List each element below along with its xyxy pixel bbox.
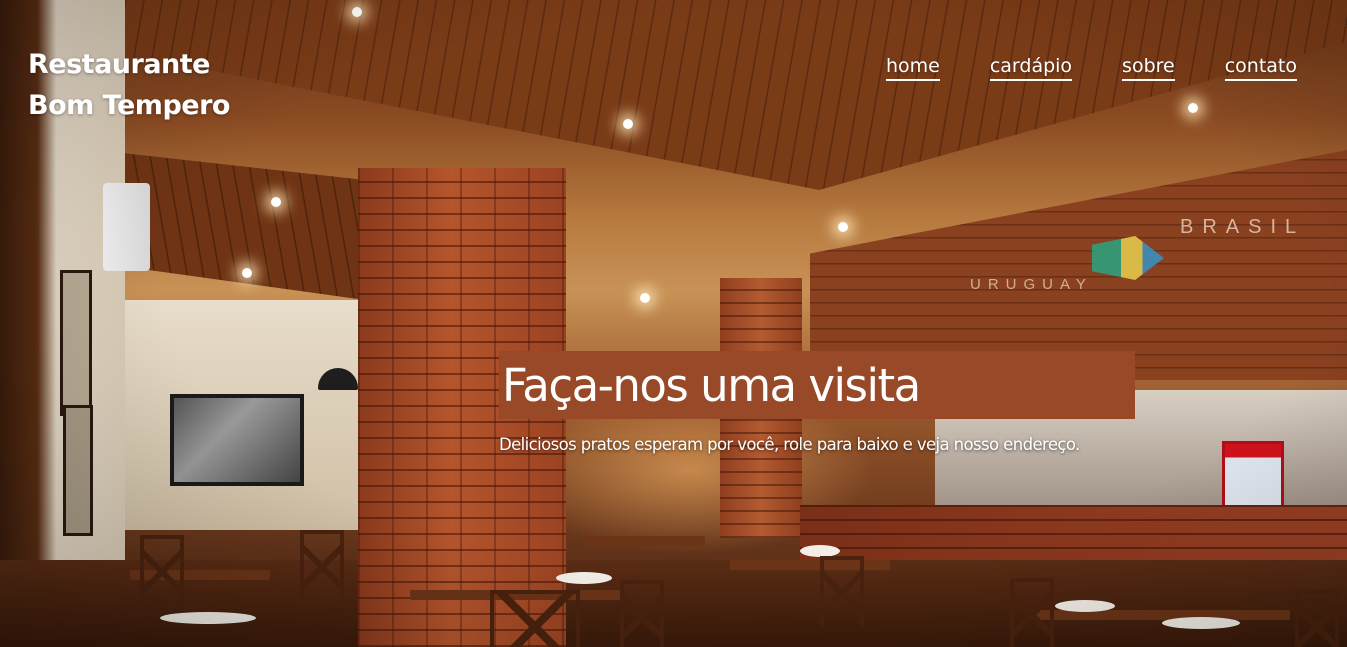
nav-link-sobre[interactable]: sobre (1122, 54, 1175, 81)
ceiling-light (271, 197, 281, 207)
plate (1055, 600, 1115, 612)
wall-frame (63, 405, 93, 536)
dining-table (585, 536, 705, 546)
ceiling-light (838, 222, 848, 232)
ceiling-light (352, 7, 362, 17)
dining-table (730, 560, 890, 570)
chair (820, 556, 864, 626)
wall-sign-brasil: BRASIL (1180, 216, 1306, 238)
brand-line-2: Bom Tempero (28, 90, 230, 121)
wall-frame (60, 270, 92, 416)
wall-picture (170, 394, 304, 486)
chair (620, 580, 664, 647)
ceiling-light (623, 119, 633, 129)
site-logo[interactable]: Restaurante Bom Tempero (28, 44, 230, 126)
chair (1010, 578, 1054, 647)
brand-line-1: Restaurante (28, 49, 210, 80)
ceiling-light (640, 293, 650, 303)
ceiling-light (242, 268, 252, 278)
hero-section: BRASIL URUGUAY Restaurante Bom Tempero h… (0, 0, 1347, 647)
hero-subtitle: Deliciosos pratos esperam por você, role… (499, 435, 1080, 454)
nav-link-contato[interactable]: contato (1224, 54, 1297, 81)
chair (490, 590, 580, 647)
plate (1162, 617, 1240, 629)
wood-panel-wall (810, 150, 1347, 380)
plate (556, 572, 612, 584)
hero-title: Faça-nos uma visita (499, 351, 1135, 419)
air-conditioner (103, 183, 150, 271)
main-nav: home cardápio sobre contato (885, 54, 1297, 81)
chair (300, 530, 344, 600)
wall-sign-uruguay: URUGUAY (970, 276, 1093, 293)
nav-link-home[interactable]: home (885, 54, 940, 81)
chair (140, 535, 184, 605)
ceiling-wood (90, 0, 1347, 190)
chair (1295, 590, 1339, 647)
nav-link-cardapio[interactable]: cardápio (989, 54, 1073, 81)
ceiling-light (1188, 103, 1198, 113)
plate (160, 612, 256, 624)
dining-table (1030, 610, 1290, 620)
